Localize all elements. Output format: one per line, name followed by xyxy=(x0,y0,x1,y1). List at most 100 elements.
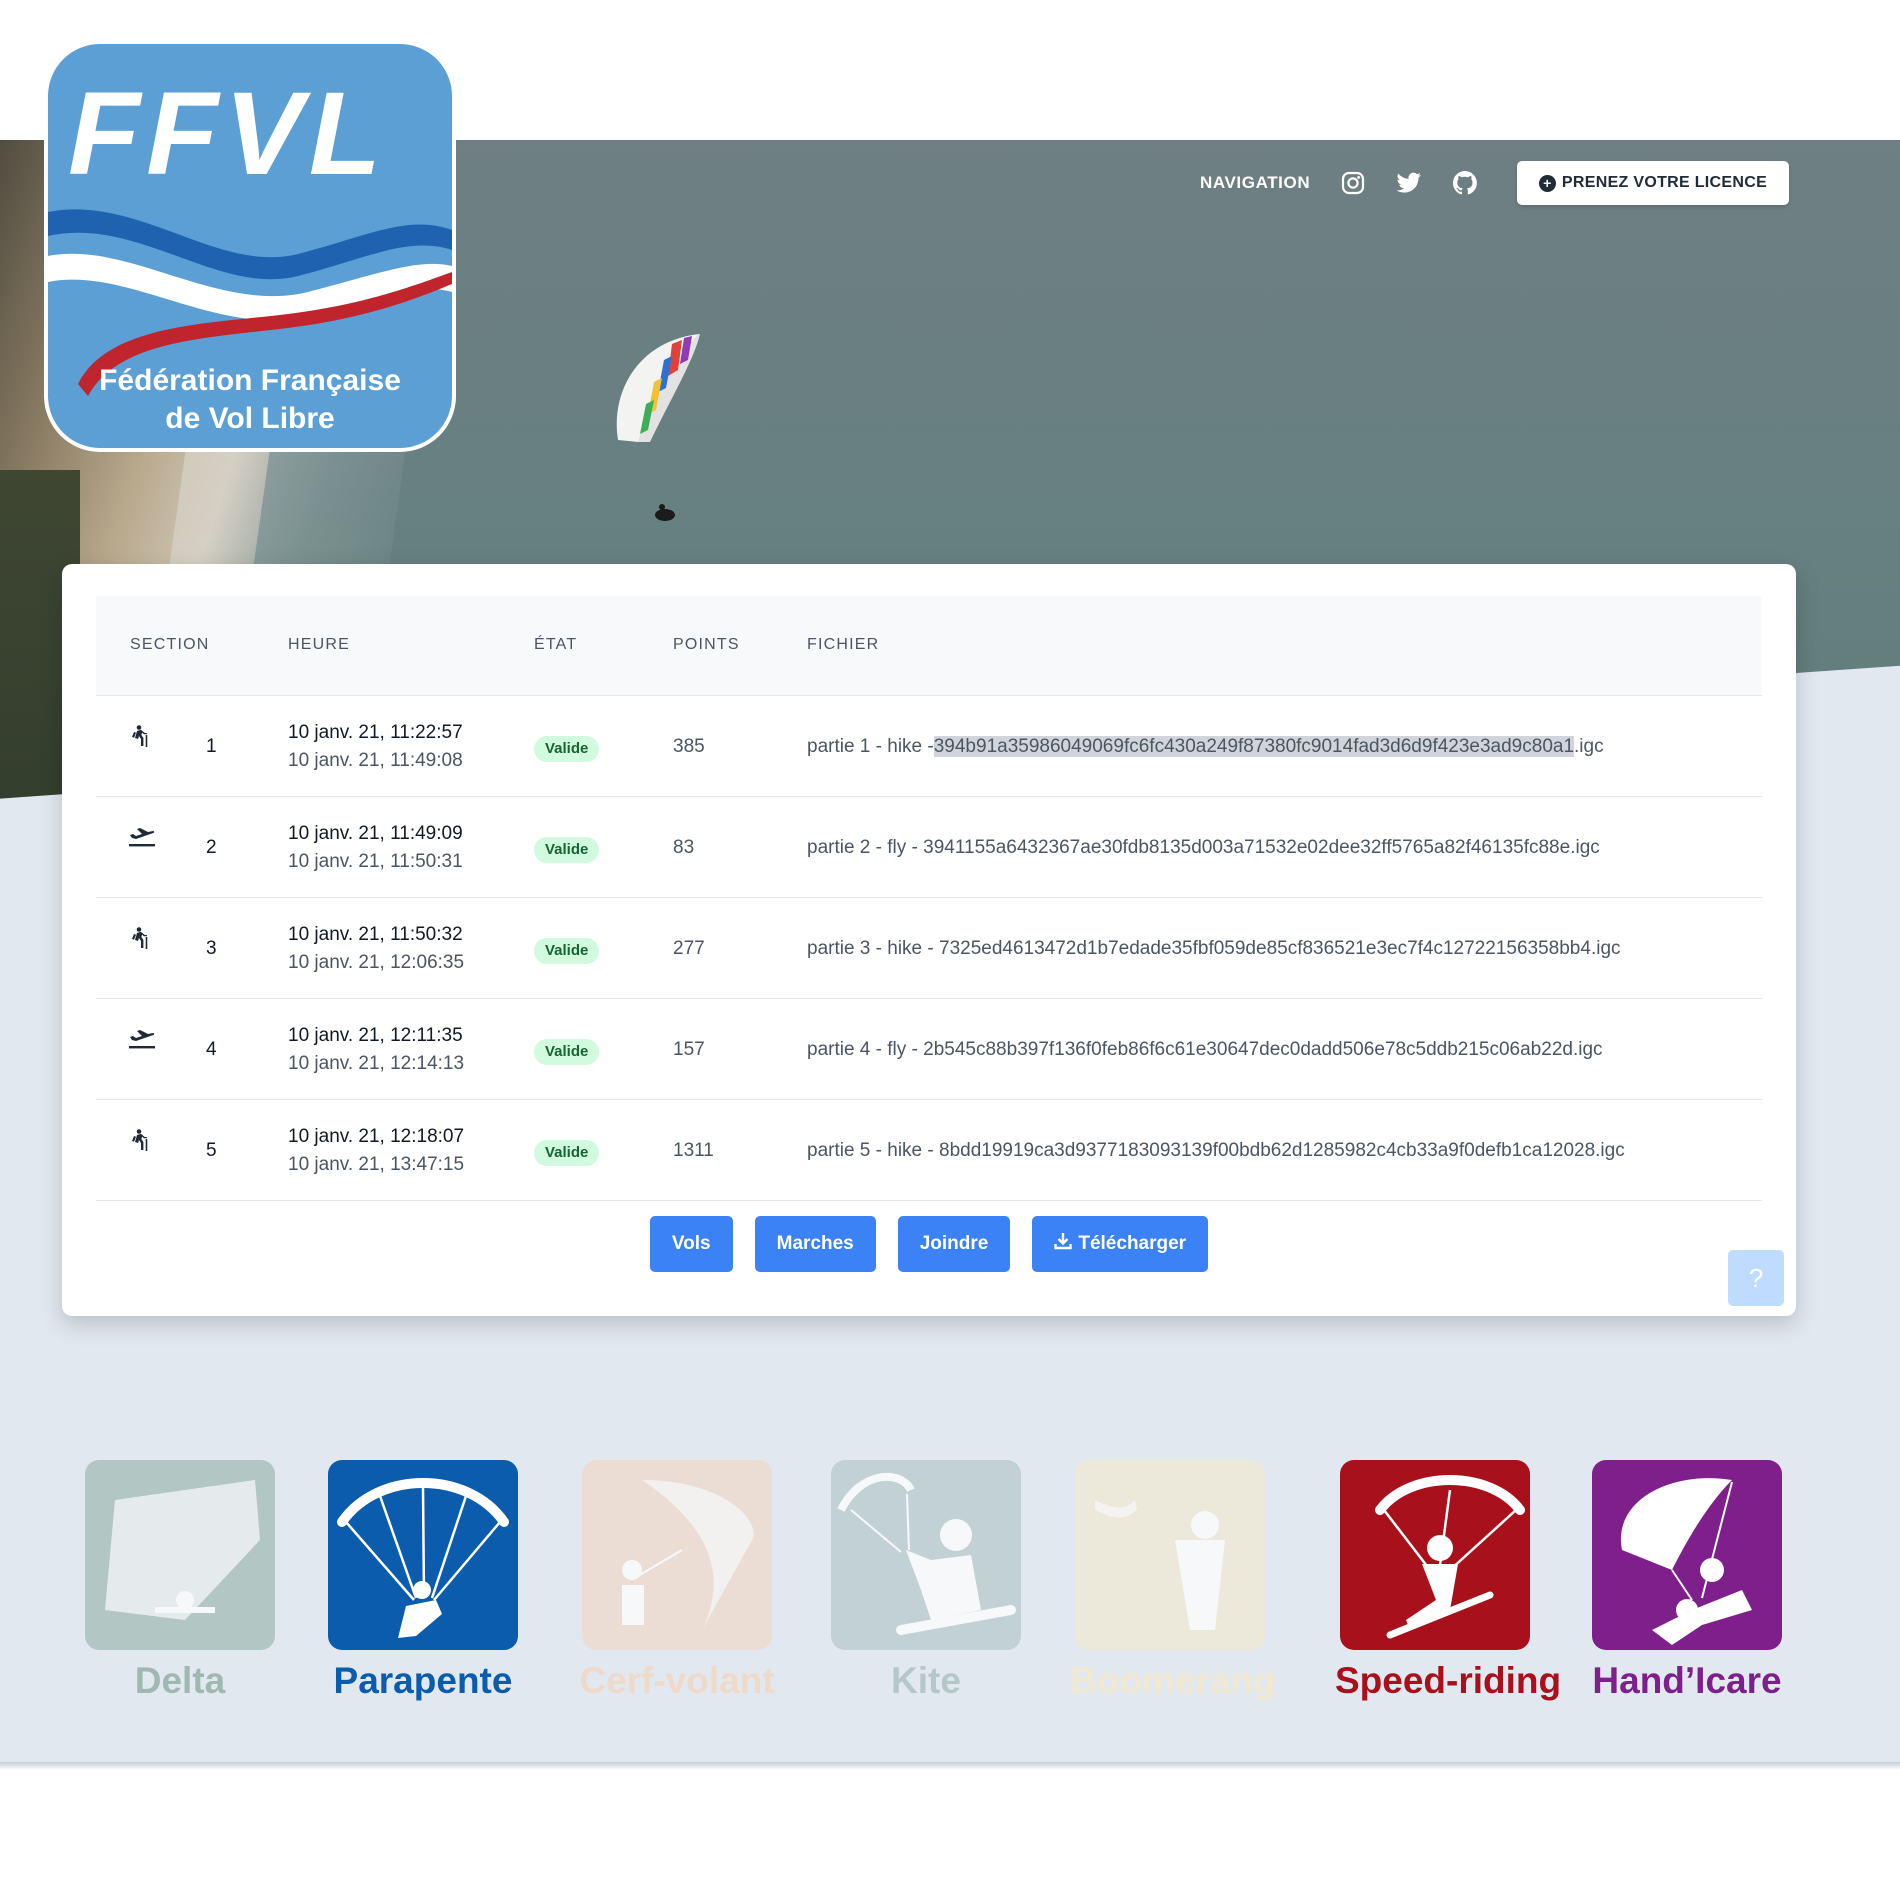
status-badge: Valide xyxy=(534,938,600,964)
cerf-volant-icon xyxy=(622,1480,754,1630)
end-time: 10 janv. 21, 11:49:08 xyxy=(288,750,463,771)
file-prefix: partie 5 - hike - xyxy=(807,1140,939,1161)
discipline-tile xyxy=(831,1460,1021,1650)
section-number: 2 xyxy=(206,837,217,858)
discipline-label: Delta xyxy=(134,1660,226,1701)
marches-button[interactable]: Marches xyxy=(754,1216,876,1272)
logo-acronym: FFVL xyxy=(68,68,387,200)
column-header-points: POINTS xyxy=(673,636,740,653)
file-name[interactable]: partie 4 - fly - 2b545c88b397f136f0feb86… xyxy=(807,1039,1603,1061)
status-badge: Valide xyxy=(534,736,600,762)
discipline-tile xyxy=(328,1460,518,1650)
file-extension: .igc xyxy=(1572,1039,1603,1060)
discipline-tile xyxy=(582,1460,772,1650)
sections-table: SECTION HEURE ÉTAT POINTS FICHIER 1 10 ja… xyxy=(96,596,1762,1201)
status-badge: Valide xyxy=(534,1140,600,1166)
file-extension: .igc xyxy=(1595,1140,1625,1161)
section-number: 3 xyxy=(206,938,217,959)
delta-icon xyxy=(105,1480,260,1620)
hiker-icon xyxy=(128,724,154,750)
takeoff-icon xyxy=(128,1027,155,1053)
status-badge: Valide xyxy=(534,837,600,863)
points-value: 277 xyxy=(673,938,705,959)
file-extension: .igc xyxy=(1574,736,1604,757)
parapente-icon xyxy=(337,1478,509,1638)
table-row: 5 10 janv. 21, 12:18:07 10 janv. 21, 13:47… xyxy=(96,1100,1762,1201)
column-header-fichier: FICHIER xyxy=(807,636,880,653)
help-button[interactable]: ? xyxy=(1728,1250,1784,1306)
points-value: 1311 xyxy=(673,1140,714,1161)
telecharger-label: Télécharger xyxy=(1078,1233,1187,1254)
discipline-kite[interactable]: Kite xyxy=(826,1460,1026,1702)
file-name[interactable]: partie 2 - fly - 3941155a6432367ae30fdb8… xyxy=(807,837,1600,859)
points-value: 83 xyxy=(673,837,695,858)
ffvl-logo[interactable]: FFVL Fédération Française de Vol Libre xyxy=(44,40,456,452)
section-number: 4 xyxy=(206,1039,217,1060)
file-extension: .igc xyxy=(1570,837,1600,858)
twitter-icon[interactable] xyxy=(1396,170,1422,196)
discipline-boomerang[interactable]: Boomerang xyxy=(1070,1460,1276,1702)
file-name[interactable]: partie 5 - hike - 8bdd19919ca3d937718309… xyxy=(807,1140,1625,1162)
file-name[interactable]: partie 3 - hike - 7325ed4613472d1b7edade… xyxy=(807,938,1621,960)
boomerang-icon xyxy=(1095,1500,1225,1630)
kite-icon xyxy=(837,1473,1016,1635)
discipline-delta[interactable]: Delta xyxy=(80,1460,280,1702)
file-hash: 8bdd19919ca3d9377183093139f00bdb62d12859… xyxy=(939,1140,1596,1161)
start-time: 10 janv. 21, 12:11:35 xyxy=(288,1025,463,1046)
file-hash: 2b545c88b397f136f0feb86f6c61e30647dec0da… xyxy=(923,1039,1573,1060)
column-header-heure: HEURE xyxy=(288,636,351,653)
file-name[interactable]: partie 1 - hike -394b91a35986049069fc6fc… xyxy=(807,736,1604,758)
end-time: 10 janv. 21, 12:14:13 xyxy=(288,1053,465,1074)
discipline-hand-icare[interactable]: Hand’Icare xyxy=(1587,1460,1787,1702)
table-row: 1 10 janv. 21, 11:22:57 10 janv. 21, 11:49… xyxy=(96,696,1762,797)
end-time: 10 janv. 21, 13:47:15 xyxy=(288,1154,465,1175)
logo-line1: Fédération Française xyxy=(99,364,401,397)
discipline-tile xyxy=(1075,1460,1265,1650)
logo-line2: de Vol Libre xyxy=(165,402,334,435)
instagram-icon[interactable] xyxy=(1340,170,1366,196)
file-hash: 7325ed4613472d1b7edade35fbf059de85cf8365… xyxy=(939,938,1591,959)
discipline-cerf-volant[interactable]: Cerf-volant xyxy=(577,1460,777,1702)
takeoff-icon xyxy=(128,825,155,851)
table-body: 1 10 janv. 21, 11:22:57 10 janv. 21, 11:49… xyxy=(96,696,1762,1201)
footer-divider xyxy=(0,1762,1900,1770)
licence-button-label: PRENEZ VOTRE LICENCE xyxy=(1561,174,1768,191)
github-icon[interactable] xyxy=(1452,170,1478,196)
paraglider-wing xyxy=(616,334,700,442)
action-buttons: Vols Marches Joindre Télécharger xyxy=(62,1216,1796,1272)
discipline-parapente[interactable]: Parapente xyxy=(323,1460,523,1702)
file-hash: 3941155a6432367ae30fdb8135d003a71532e02d… xyxy=(923,837,1571,858)
points-value: 157 xyxy=(673,1039,705,1060)
points-value: 385 xyxy=(673,736,705,757)
licence-button[interactable]: + PRENEZ VOTRE LICENCE xyxy=(1517,161,1789,205)
discipline-label: Speed-riding xyxy=(1335,1660,1562,1701)
header-nav: NAVIGATION xyxy=(1200,160,1508,206)
column-header-section: SECTION xyxy=(130,636,210,653)
status-badge: Valide xyxy=(534,1039,600,1065)
file-prefix: partie 4 - fly - xyxy=(807,1039,924,1060)
joindre-button[interactable]: Joindre xyxy=(897,1216,1011,1272)
vols-button[interactable]: Vols xyxy=(649,1216,733,1272)
telecharger-button[interactable]: Télécharger xyxy=(1032,1216,1209,1272)
paraglider-pilot xyxy=(655,504,675,521)
column-header-etat: ÉTAT xyxy=(534,636,578,653)
end-time: 10 janv. 21, 12:06:35 xyxy=(288,952,465,973)
discipline-label: Parapente xyxy=(333,1660,513,1701)
file-prefix: partie 1 - hike - xyxy=(807,736,934,757)
hand-icare-icon xyxy=(1620,1478,1752,1645)
discipline-label: Cerf-volant xyxy=(579,1660,775,1701)
discipline-label: Kite xyxy=(891,1660,961,1701)
table-row: 4 10 janv. 21, 12:11:35 10 janv. 21, 12:14… xyxy=(96,999,1762,1100)
end-time: 10 janv. 21, 11:50:31 xyxy=(288,851,463,872)
file-prefix: partie 3 - hike - xyxy=(807,938,939,959)
discipline-speed-riding[interactable]: Speed-riding xyxy=(1335,1460,1562,1702)
navigation-link[interactable]: NAVIGATION xyxy=(1200,173,1310,193)
table-row: 3 10 janv. 21, 11:50:32 10 janv. 21, 12:06… xyxy=(96,898,1762,999)
discipline-tile xyxy=(1592,1460,1782,1650)
speed-riding-icon xyxy=(1375,1475,1525,1639)
section-number: 1 xyxy=(206,736,217,757)
discipline-label: Boomerang xyxy=(1070,1660,1276,1701)
file-extension: .igc xyxy=(1590,938,1621,959)
sections-card: SECTION HEURE ÉTAT POINTS FICHIER 1 10 ja… xyxy=(62,564,1796,1316)
hiker-icon xyxy=(128,926,154,952)
